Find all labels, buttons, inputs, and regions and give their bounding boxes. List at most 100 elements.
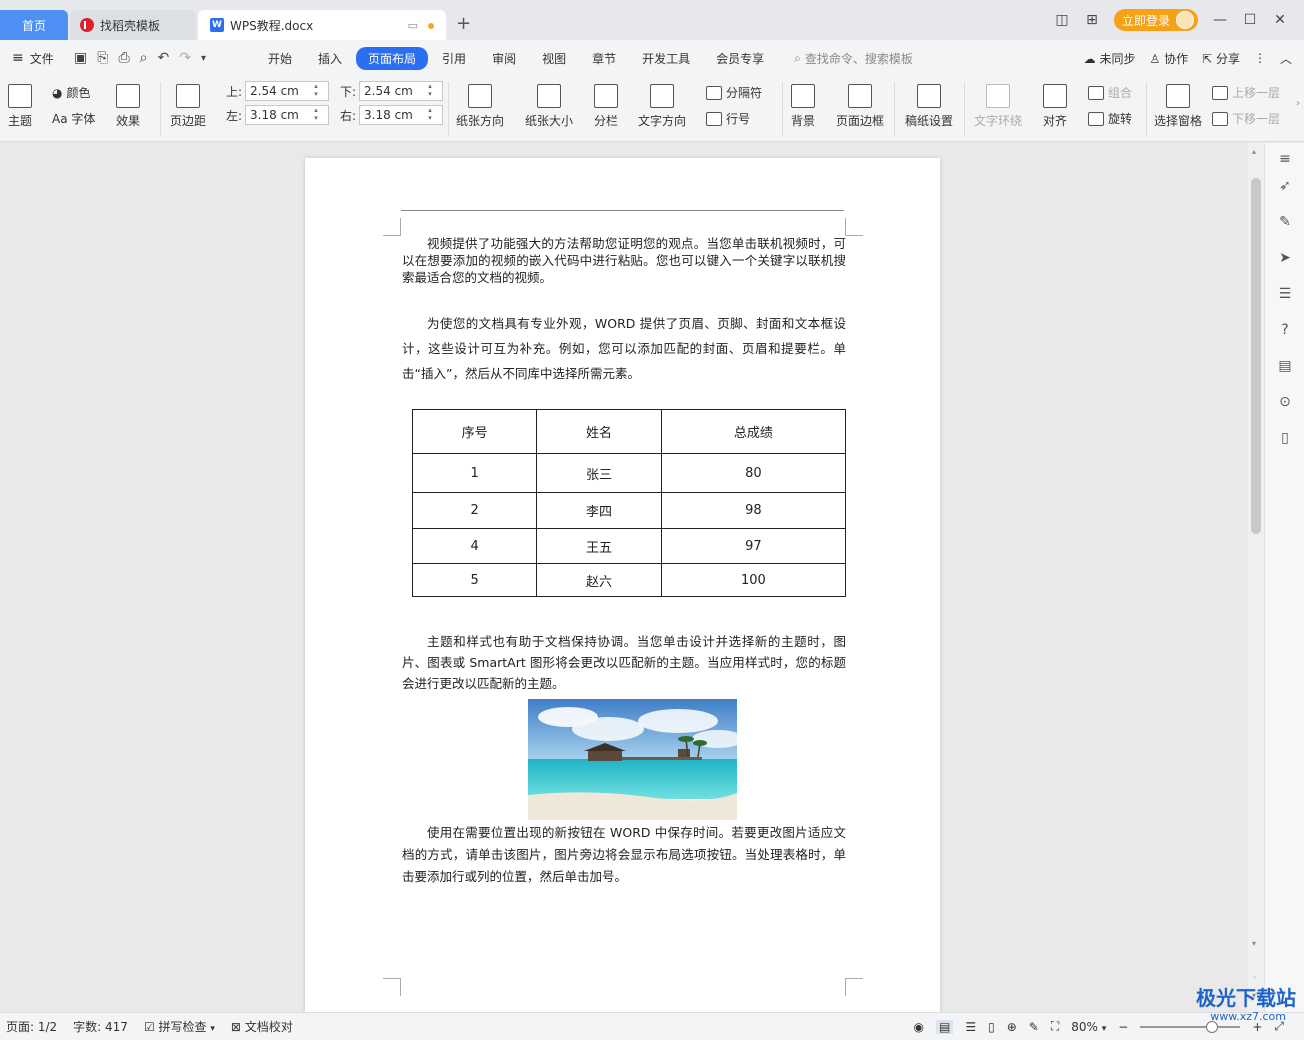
margin-left-field[interactable]: 左: 3.18 cm [226,105,330,125]
tab-developer[interactable]: 开发工具 [630,47,702,70]
image-edit-icon[interactable]: ▤ [1277,358,1293,374]
margin-top-field[interactable]: 上: 2.54 cm [226,81,330,101]
undo-icon[interactable]: ↶ [157,50,169,66]
line-numbers-button[interactable]: 行号 [706,110,750,127]
tab-template[interactable]: 找稻壳模板 [70,10,196,40]
maximize-icon[interactable]: ☐ [1242,12,1258,28]
more-icon[interactable]: ⋮ [1254,51,1266,65]
orientation-button[interactable]: 纸张方向 [456,84,504,129]
help-icon[interactable]: ? [1277,322,1293,338]
vertical-scrollbar[interactable]: ▴ ▾ ◦ ▾ [1248,143,1264,1012]
zoom-out-icon[interactable]: − [1118,1020,1128,1034]
grid-apps-icon[interactable]: ⊞ [1084,12,1100,28]
customize-chevron-icon[interactable]: ▾ [201,53,206,64]
share-button[interactable]: ⇱ 分享 [1202,50,1240,67]
tab-view[interactable]: 视图 [530,47,578,70]
login-button[interactable]: 立即登录 [1113,9,1198,31]
paragraph-1[interactable]: 视频提供了功能强大的方法帮助您证明您的观点。当您单击联机视频时，可以在想要添加的… [402,235,846,286]
theme-button[interactable]: 主题 [8,84,32,129]
page-border-button[interactable]: 页面边框 [836,84,884,129]
word-count[interactable]: 字数: 417 [73,1018,128,1035]
tab-home[interactable]: 首页 [0,10,68,40]
draft-settings-button[interactable]: 稿纸设置 [905,84,953,129]
table-cell[interactable]: 李四 [536,492,662,529]
rocket-icon[interactable]: ➶ [1277,178,1293,194]
table-cell[interactable]: 5 [411,563,538,597]
minimize-icon[interactable]: — [1212,12,1228,28]
outline-view-icon[interactable]: ☰ [965,1020,976,1034]
collab-button[interactable]: ♙ 协作 [1149,50,1188,67]
page-indicator[interactable]: 页面: 1/2 [6,1018,57,1035]
layout-icon[interactable]: ◫ [1054,12,1070,28]
tab-references[interactable]: 引用 [430,47,478,70]
text-wrap-button[interactable]: 文字环绕 [974,84,1022,129]
pen-icon[interactable]: ✎ [1277,214,1293,230]
file-menu[interactable]: ≡ 文件 [0,50,66,67]
book-icon[interactable]: ▯ [1277,430,1293,446]
group-button[interactable]: 组合 [1088,84,1132,101]
tab-insert[interactable]: 插入 [306,47,354,70]
spell-check-button[interactable]: ☑ 拼写检查 ▾ [144,1018,215,1035]
document-page[interactable]: 视频提供了功能强大的方法帮助您证明您的观点。当您单击联机视频时，可以在想要添加的… [305,158,940,1012]
margin-left-input[interactable]: 3.18 cm [245,105,330,125]
paragraph-3[interactable]: 主题和样式也有助于文档保持协调。当您单击设计并选择新的主题时，图片、图表或 Sm… [402,631,846,694]
table-cell[interactable]: 80 [660,453,847,493]
tab-start[interactable]: 开始 [256,47,304,70]
table-cell[interactable]: 100 [660,563,847,597]
table-header-cell[interactable]: 序号 [411,409,538,454]
print-preview-icon[interactable]: ⌕ [140,50,148,66]
bring-forward-button[interactable]: 上移一层 [1212,84,1280,101]
table-header-cell[interactable]: 总成绩 [660,409,847,454]
tab-chapter[interactable]: 章节 [580,47,628,70]
effect-button[interactable]: 效果 [116,84,140,129]
background-button[interactable]: 背景 [791,84,815,129]
margin-right-field[interactable]: 右: 3.18 cm [340,105,444,125]
rotate-button[interactable]: 旋转 [1088,110,1132,127]
scroll-thumb[interactable] [1251,178,1261,534]
table-cell[interactable]: 4 [411,528,538,564]
close-icon[interactable]: ✕ [1272,12,1288,28]
table-cell[interactable]: 1 [411,453,538,493]
paragraph-2[interactable]: 为使您的文档具有专业外观，WORD 提供了页眉、页脚、封面和文本框设计，这些设计… [402,311,846,386]
tab-document[interactable]: W WPS教程.docx ▭ [198,10,446,40]
location-icon[interactable]: ⊙ [1277,394,1293,410]
cursor-icon[interactable]: ➤ [1277,250,1293,266]
margin-top-input[interactable]: 2.54 cm [245,81,330,101]
zoom-slider[interactable] [1140,1020,1241,1033]
text-direction-button[interactable]: 文字方向 [638,84,686,129]
monitor-icon[interactable]: ▭ [408,19,418,32]
proofread-button[interactable]: ⊠ 文档校对 [231,1018,293,1035]
new-tab-button[interactable]: + [456,14,471,34]
scroll-up-icon[interactable]: ▴ [1252,147,1256,156]
print-icon[interactable]: ⎙ [118,50,129,66]
tab-member[interactable]: 会员专享 [704,47,776,70]
table-cell[interactable]: 98 [660,492,847,529]
table-cell[interactable]: 97 [660,528,847,564]
eye-protection-icon[interactable]: ◉ [914,1020,924,1034]
sliders-icon[interactable]: ☰ [1277,286,1293,302]
selection-pane-button[interactable]: 选择窗格 [1154,84,1202,129]
font-button[interactable]: Aa 字体 [52,110,95,127]
beach-photo[interactable] [528,699,737,820]
table-cell[interactable]: 2 [411,492,538,529]
table-header-cell[interactable]: 姓名 [536,409,662,454]
collapse-panel-icon[interactable]: ≡ [1277,151,1293,167]
collapse-ribbon-icon[interactable]: ︿ [1280,50,1292,67]
export-pdf-icon[interactable]: ⎘ [97,50,108,66]
margin-bottom-field[interactable]: 下: 2.54 cm [340,81,444,101]
margin-bottom-input[interactable]: 2.54 cm [359,81,444,101]
table-cell[interactable]: 张三 [536,453,662,493]
tab-page-layout[interactable]: 页面布局 [356,46,429,70]
zoom-level[interactable]: 80% ▾ [1071,1020,1106,1034]
scroll-down-icon[interactable]: ▾ [1252,939,1256,948]
align-button[interactable]: 对齐 [1043,84,1067,129]
save-icon[interactable]: ▣ [74,50,87,66]
paragraph-4[interactable]: 使用在需要位置出现的新按钮在 WORD 中保存时间。若要更改图片适应文档的方式，… [402,822,846,888]
tab-review[interactable]: 审阅 [480,47,528,70]
prev-page-icon[interactable]: ◦ [1252,973,1257,982]
reading-view-icon[interactable]: ▯ [988,1020,995,1034]
sync-button[interactable]: ☁ 未同步 [1084,50,1136,67]
fit-page-icon[interactable]: ⛶ [1051,1019,1059,1034]
margins-button[interactable]: 页边距 [170,84,206,129]
redo-icon[interactable]: ↷ [179,50,191,66]
